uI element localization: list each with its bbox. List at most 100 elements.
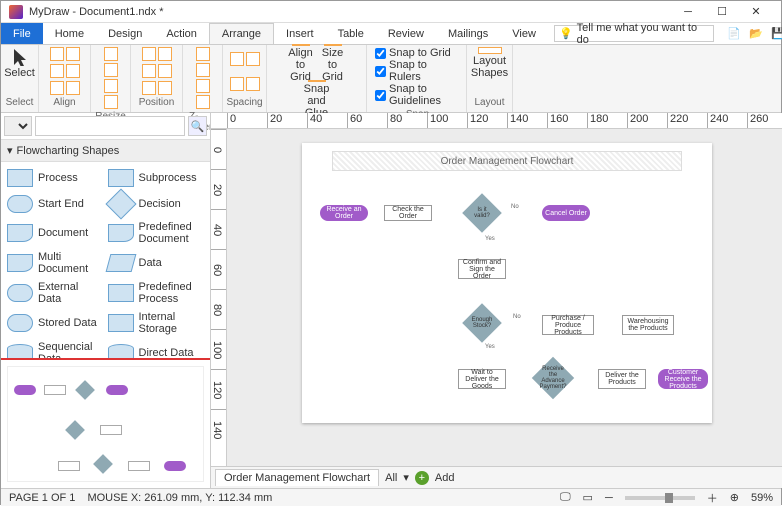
tell-me-search[interactable]: 💡Tell me what you want to do xyxy=(554,25,714,42)
node-valid[interactable]: Is it valid? xyxy=(462,193,502,233)
zoom-in[interactable]: ＋ xyxy=(707,490,718,506)
resize-4[interactable] xyxy=(104,95,118,109)
shape-category-select[interactable] xyxy=(4,116,32,136)
sp3[interactable] xyxy=(230,77,244,91)
pos-3[interactable] xyxy=(142,64,156,78)
shape-stored[interactable]: Stored Data xyxy=(5,308,106,338)
shape-document[interactable]: Document xyxy=(5,218,106,248)
shape-startend[interactable]: Start End xyxy=(5,190,106,218)
layout-label: Layout xyxy=(474,95,504,110)
node-customer[interactable]: Customer Receive the Products xyxy=(658,369,708,389)
menu-mailings[interactable]: Mailings xyxy=(436,23,500,44)
z3[interactable] xyxy=(196,79,210,93)
z4[interactable] xyxy=(196,95,210,109)
snap-grid-check[interactable]: Snap to Grid xyxy=(375,47,451,59)
align-center-icon[interactable] xyxy=(66,47,80,61)
z2[interactable] xyxy=(196,63,210,77)
reading-mode-icon[interactable]: ▭ xyxy=(583,491,593,504)
pos-5[interactable] xyxy=(142,81,156,95)
drawing-canvas[interactable]: Order Management Flowchart Receive an Or… xyxy=(227,129,782,466)
zoom-slider[interactable] xyxy=(625,496,695,500)
ribbon-position-group: Position xyxy=(131,45,183,112)
select-tool[interactable]: Select xyxy=(6,47,34,79)
zoom-level[interactable]: 59% xyxy=(751,492,773,504)
maximize-button[interactable]: ☐ xyxy=(705,2,739,22)
ribbon-spacing-group: Spacing xyxy=(223,45,267,112)
snap-guides-check[interactable]: Snap to Guidelines xyxy=(375,83,460,107)
sp2[interactable] xyxy=(246,52,260,66)
file-tab[interactable]: File xyxy=(1,23,43,44)
align-to-grid[interactable]: Align to Grid xyxy=(287,47,315,79)
doc-tab-1[interactable]: Order Management Flowchart xyxy=(215,469,379,486)
pos-1[interactable] xyxy=(142,47,156,61)
shape-decision[interactable]: Decision xyxy=(106,190,207,218)
save-icon[interactable]: 💾 xyxy=(770,26,782,42)
menu-arrange[interactable]: Arrange xyxy=(209,23,274,44)
align-bot-icon[interactable] xyxy=(66,81,80,95)
snap-rulers-check[interactable]: Snap to Rulers xyxy=(375,59,460,83)
align-right-icon[interactable] xyxy=(50,64,64,78)
minimize-button[interactable]: ─ xyxy=(671,2,705,22)
align-top-icon[interactable] xyxy=(66,64,80,78)
menu-insert[interactable]: Insert xyxy=(274,23,326,44)
shape-seq[interactable]: Sequencial Data xyxy=(5,338,106,358)
close-button[interactable]: ✕ xyxy=(739,2,773,22)
pos-6[interactable] xyxy=(158,81,172,95)
shape-search-input[interactable] xyxy=(35,116,185,136)
ruler-horizontal[interactable]: 020406080100120140160180200220240260 xyxy=(211,113,782,129)
z1[interactable] xyxy=(196,47,210,61)
shape-extdata[interactable]: External Data xyxy=(5,278,106,308)
shape-process[interactable]: Process xyxy=(5,166,106,190)
menu-action[interactable]: Action xyxy=(154,23,209,44)
mouse-status: MOUSE X: 261.09 mm, Y: 112.34 mm xyxy=(87,492,272,504)
size-to-grid[interactable]: Size to Grid xyxy=(319,47,347,79)
pos-2[interactable] xyxy=(158,47,172,61)
resize-3[interactable] xyxy=(104,79,118,93)
page-status: PAGE 1 OF 1 xyxy=(9,492,75,504)
menu-design[interactable]: Design xyxy=(96,23,154,44)
node-receive[interactable]: Receive an Order xyxy=(320,205,368,221)
zoom-fit-icon[interactable]: ⊕ xyxy=(730,491,739,504)
node-stock[interactable]: Enough Stock? xyxy=(462,303,502,343)
page-preview[interactable] xyxy=(1,358,210,488)
sp1[interactable] xyxy=(230,52,244,66)
flowchart-title[interactable]: Order Management Flowchart xyxy=(332,151,682,171)
view-mode-icon[interactable]: 🖵 xyxy=(560,491,571,504)
node-confirm[interactable]: Confirm and Sign the Order xyxy=(458,259,506,279)
node-advance[interactable]: Receive the Advance Payment? xyxy=(532,357,574,399)
align-mid-icon[interactable] xyxy=(50,81,64,95)
node-cancel[interactable]: Cancel Order xyxy=(542,205,590,221)
new-icon[interactable]: 📄 xyxy=(726,26,742,42)
node-check[interactable]: Check the Order xyxy=(384,205,432,221)
shape-predef-doc[interactable]: Predefined Document xyxy=(106,218,207,248)
shape-subprocess[interactable]: Subprocess xyxy=(106,166,207,190)
shape-multidoc[interactable]: Multi Document xyxy=(5,248,106,278)
shape-search-button[interactable]: 🔍 xyxy=(188,116,207,136)
menu-table[interactable]: Table xyxy=(326,23,376,44)
node-purchase[interactable]: Purchase / Produce Products xyxy=(542,315,594,335)
node-wait[interactable]: Wait to Deliver the Goods xyxy=(458,369,506,389)
ruler-vertical[interactable]: 020406080100120140 xyxy=(211,129,227,466)
sp4[interactable] xyxy=(246,77,260,91)
shape-data[interactable]: Data xyxy=(106,248,207,278)
align-left-icon[interactable] xyxy=(50,47,64,61)
node-warehouse[interactable]: Warehousing the Products xyxy=(622,315,674,335)
add-label[interactable]: Add xyxy=(435,472,455,484)
layout-shapes[interactable]: Layout Shapes xyxy=(476,47,504,79)
shape-direct[interactable]: Direct Data xyxy=(106,338,207,358)
add-page-button[interactable]: + xyxy=(415,471,429,485)
node-deliver[interactable]: Deliver the Products xyxy=(598,369,646,389)
open-icon[interactable]: 📂 xyxy=(748,26,764,42)
snap-and-glue[interactable]: Snap and Glue xyxy=(303,83,331,115)
shapes-header[interactable]: ▾Flowcharting Shapes xyxy=(1,140,210,162)
resize-1[interactable] xyxy=(104,47,118,61)
menu-home[interactable]: Home xyxy=(43,23,96,44)
zoom-out[interactable]: ─ xyxy=(605,492,613,504)
pos-4[interactable] xyxy=(158,64,172,78)
menu-review[interactable]: Review xyxy=(376,23,436,44)
shape-predef-proc[interactable]: Predefined Process xyxy=(106,278,207,308)
all-tabs[interactable]: All xyxy=(385,472,397,484)
shape-internal[interactable]: Internal Storage xyxy=(106,308,207,338)
menu-view[interactable]: View xyxy=(500,23,548,44)
resize-2[interactable] xyxy=(104,63,118,77)
